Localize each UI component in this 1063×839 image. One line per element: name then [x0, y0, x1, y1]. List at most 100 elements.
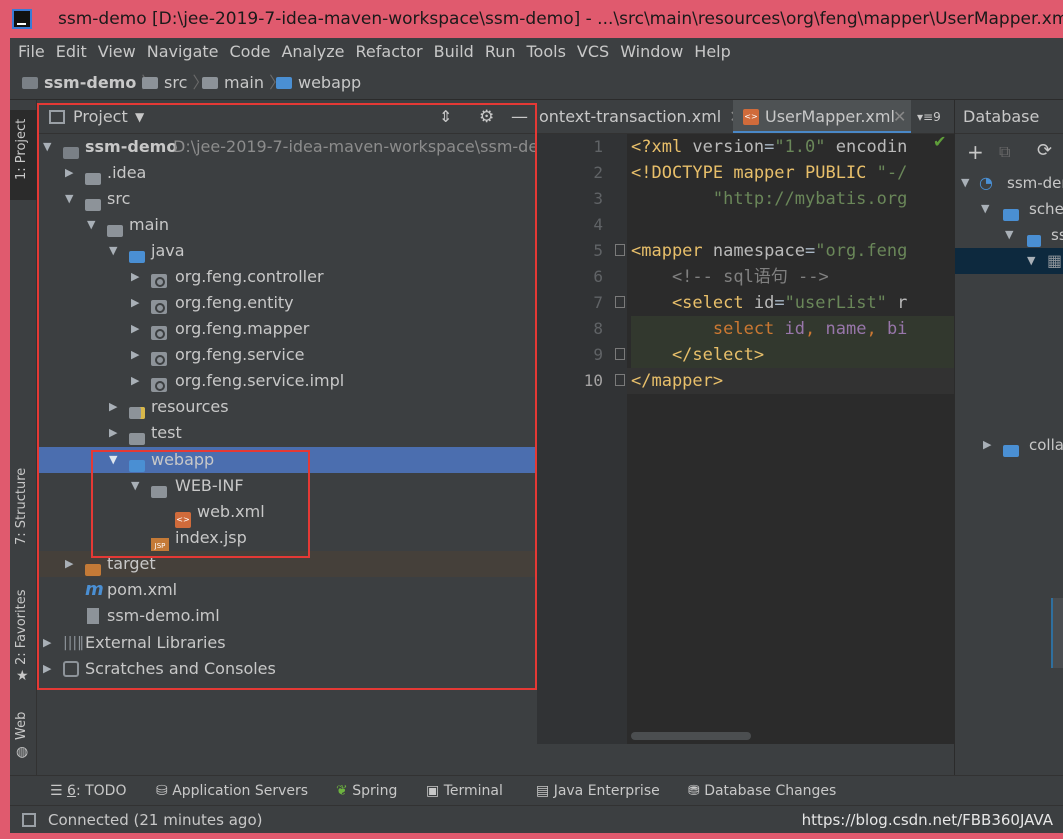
tree-item-src[interactable]: ▼ src	[37, 186, 537, 212]
chevron-right-icon[interactable]: ▶	[65, 558, 75, 569]
add-icon[interactable]: +	[967, 140, 984, 164]
chevron-right-icon[interactable]: ▶	[131, 271, 141, 282]
toggle-tool-windows-icon[interactable]	[22, 813, 36, 827]
chevron-right-icon[interactable]: ▶	[43, 637, 53, 648]
chevron-right-icon[interactable]: ▶	[131, 297, 141, 308]
gear-icon[interactable]: ⚙	[479, 100, 494, 134]
tool-java-enterprise[interactable]: ▤ Java Enterprise	[536, 776, 660, 806]
code-line[interactable]: <!DOCTYPE mapper PUBLIC "-/	[631, 160, 907, 186]
tree-item-web-inf[interactable]: ▼ WEB-INF	[37, 473, 537, 499]
tab-context-transaction[interactable]: ontext-transaction.xml✕	[539, 100, 743, 133]
db-tree-collations[interactable]: ▶ colla	[955, 432, 1063, 458]
horizontal-scrollbar[interactable]	[631, 732, 751, 740]
project-view-selector[interactable]: Project	[73, 100, 128, 134]
close-icon[interactable]: ✕	[893, 100, 906, 133]
tree-item-package[interactable]: ▶ org.feng.mapper	[37, 316, 537, 342]
db-tree-schema[interactable]: ▼ ss	[955, 222, 1063, 248]
tree-item-test[interactable]: ▶ test	[37, 420, 537, 446]
tree-item-target[interactable]: ▶ target	[37, 551, 537, 577]
chevron-down-icon[interactable]: ▼	[1027, 255, 1037, 266]
tool-tab-favorites[interactable]: 2: Favorites ★	[10, 589, 37, 690]
menu-file[interactable]: File	[18, 38, 45, 66]
chevron-right-icon[interactable]: ▶	[983, 439, 993, 450]
menu-help[interactable]: Help	[694, 38, 730, 66]
fold-marker-icon[interactable]	[615, 374, 625, 386]
fold-marker-icon[interactable]	[615, 296, 625, 308]
chevron-right-icon[interactable]: ▶	[109, 401, 119, 412]
menu-view[interactable]: View	[98, 38, 136, 66]
tree-item-idea[interactable]: ▶ .idea	[37, 160, 537, 186]
tree-item-index-jsp[interactable]: JSP index.jsp	[37, 525, 537, 554]
chevron-right-icon[interactable]: ▶	[109, 427, 119, 438]
collapse-all-icon[interactable]: ⇕	[439, 100, 452, 134]
menu-window[interactable]: Window	[620, 38, 683, 66]
tree-item-package[interactable]: ▶ org.feng.controller	[37, 264, 537, 290]
code-editor[interactable]: <?xml version="1.0" encodin <!DOCTYPE map…	[627, 134, 954, 744]
tool-tab-project[interactable]: 1: Project	[10, 110, 37, 200]
fold-marker-icon[interactable]	[615, 244, 625, 256]
tool-application-servers[interactable]: ⛁ Application Servers	[156, 776, 308, 806]
code-line[interactable]: <mapper namespace="org.feng	[631, 238, 907, 264]
tree-item-package[interactable]: ▶ org.feng.service	[37, 342, 537, 368]
menu-tools[interactable]: Tools	[527, 38, 566, 66]
tab-overflow-button[interactable]: ▾≡9	[917, 100, 941, 133]
breadcrumb-main[interactable]: main 〉	[202, 66, 285, 100]
tree-item-iml[interactable]: ssm-demo.iml	[37, 603, 537, 629]
chevron-right-icon[interactable]: ▶	[131, 323, 141, 334]
tree-item-external-libraries[interactable]: ▶ |||‖ External Libraries	[37, 630, 537, 656]
code-line[interactable]: </select>	[631, 342, 764, 368]
menu-vcs[interactable]: VCS	[577, 38, 609, 66]
tool-tab-structure[interactable]: 7: Structure	[10, 465, 37, 565]
tree-item-main[interactable]: ▼ main	[37, 212, 537, 238]
chevron-down-icon[interactable]: ▼	[87, 219, 97, 230]
tree-item-ssm-demo[interactable]: ▼ ssm-demo D:\jee-2019-7-idea-maven-work…	[37, 134, 564, 160]
menu-run[interactable]: Run	[485, 38, 516, 66]
code-line[interactable]: <?xml version="1.0" encodin	[631, 134, 907, 160]
breadcrumb-webapp[interactable]: webapp	[276, 66, 361, 100]
menu-analyze[interactable]: Analyze	[281, 38, 344, 66]
chevron-down-icon[interactable]: ▼	[43, 141, 53, 152]
chevron-down-icon[interactable]: ▼	[109, 454, 119, 465]
breadcrumb-src[interactable]: src 〉	[142, 66, 208, 100]
tool-todo[interactable]: ☰ 6: TODO	[50, 776, 126, 806]
minimize-icon[interactable]: —	[511, 100, 528, 134]
tool-terminal[interactable]: ▣ Terminal	[426, 776, 503, 806]
chevron-down-icon[interactable]: ▼	[1005, 229, 1015, 240]
copy-icon[interactable]: ⧉	[999, 142, 1010, 162]
tree-item-package[interactable]: ▶ org.feng.entity	[37, 290, 537, 316]
tool-tab-web[interactable]: Web ◍	[10, 710, 37, 770]
tab-usermapper-xml[interactable]: <> UserMapper.xml ✕	[733, 100, 911, 133]
code-line[interactable]: select id, name, bi	[631, 316, 908, 342]
db-tree-schemas[interactable]: ▼schei	[955, 196, 1063, 222]
tree-item-webapp[interactable]: ▼ webapp	[37, 447, 537, 473]
chevron-down-icon[interactable]: ▼	[109, 245, 119, 256]
db-tree-table[interactable]: ▼ ▦	[955, 248, 1063, 274]
chevron-right-icon[interactable]: ▶	[131, 375, 141, 386]
chevron-down-icon[interactable]: ▼	[981, 203, 991, 214]
fold-marker-icon[interactable]	[615, 348, 625, 360]
tool-database-changes[interactable]: ⛃ Database Changes	[688, 776, 836, 806]
breadcrumb-project[interactable]: ssm-demo 〉	[22, 66, 157, 100]
refresh-icon[interactable]: ⟳	[1037, 140, 1052, 161]
tree-item-package[interactable]: ▶ org.feng.service.impl	[37, 368, 537, 394]
code-line[interactable]: </mapper>	[631, 368, 723, 394]
menu-navigate[interactable]: Navigate	[147, 38, 219, 66]
menu-build[interactable]: Build	[434, 38, 474, 66]
tree-item-scratches[interactable]: ▶ Scratches and Consoles	[37, 656, 537, 682]
tree-item-java[interactable]: ▼ java	[37, 238, 537, 264]
tree-item-pom-xml[interactable]: m pom.xml	[37, 577, 537, 603]
chevron-right-icon[interactable]: ▶	[65, 167, 75, 178]
chevron-right-icon[interactable]: ▶	[131, 349, 141, 360]
chevron-down-icon[interactable]: ▼	[961, 177, 971, 188]
menu-edit[interactable]: Edit	[56, 38, 87, 66]
chevron-right-icon[interactable]: ▶	[43, 663, 53, 674]
code-line[interactable]: "http://mybatis.org	[631, 186, 907, 212]
code-line[interactable]: <!-- sql语句 -->	[631, 264, 829, 290]
chevron-down-icon[interactable]: ▼	[131, 480, 141, 491]
menu-code[interactable]: Code	[230, 38, 271, 66]
db-tree-datasource[interactable]: ▼ ◔ ssm-der	[955, 170, 1063, 196]
tool-spring[interactable]: ❦ Spring	[336, 776, 397, 806]
chevron-down-icon[interactable]: ▼	[65, 193, 75, 204]
code-line[interactable]: <select id="userList" r	[631, 290, 907, 316]
chevron-down-icon[interactable]: ▼	[135, 100, 144, 134]
